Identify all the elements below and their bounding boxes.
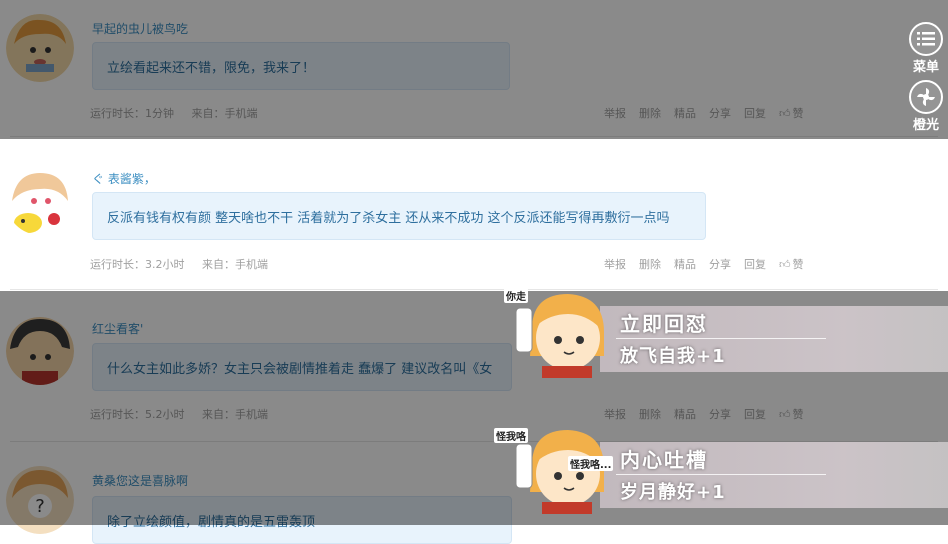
username[interactable]: ぐ 表酱紫， [92, 170, 156, 187]
choice-title: 内心吐槽 [620, 448, 708, 472]
comment-actions: 举报 删除 精品 分享 回复 👍︎ 赞 [604, 256, 817, 272]
speech-tag: 怪我咯 [494, 428, 528, 443]
runtime-text: 运行时长：3.2小时 [90, 258, 185, 271]
comment-item: ぐ 表酱紫， 反派有钱有权有颜 整天啥也不干 活着就为了杀女主 还从来不成功 这… [0, 139, 948, 290]
share-button[interactable]: 分享 [709, 256, 731, 272]
menu-icon [909, 22, 943, 56]
delete-button[interactable]: 删除 [639, 256, 661, 272]
speech-tag: 怪我咯... [568, 456, 614, 471]
like-button[interactable]: 👍︎ 赞 [779, 256, 804, 272]
reply-button[interactable]: 回复 [744, 256, 766, 272]
source-text: 来自：手机端 [202, 258, 268, 271]
menu-button[interactable]: 菜单 [906, 22, 946, 75]
report-button[interactable]: 举报 [604, 256, 626, 272]
speech-tag: 你走 [504, 288, 528, 303]
comment-meta: 运行时长：3.2小时 来自：手机端 [90, 256, 282, 272]
featured-button[interactable]: 精品 [674, 256, 696, 272]
choice-subtitle: 岁月静好+1 [620, 482, 726, 503]
separator [616, 338, 826, 339]
choice-title: 立即回怼 [620, 312, 708, 336]
choice-option-retort[interactable]: 你走 立即回怼 放飞自我+1 [504, 286, 948, 378]
thumbs-up-icon: 👍︎ [779, 258, 791, 271]
orange-light-label: 橙光 [912, 118, 939, 133]
comment-bubble: 反派有钱有权有颜 整天啥也不干 活着就为了杀女主 还从来不成功 这个反派还能写得… [92, 192, 706, 240]
choice-option-inner-rant[interactable]: 怪我咯 怪我咯... 内心吐槽 岁月静好+1 [494, 422, 948, 514]
menu-label: 菜单 [912, 60, 939, 75]
choice-subtitle: 放飞自我+1 [620, 346, 726, 367]
avatar[interactable] [6, 167, 74, 235]
orange-light-icon [909, 80, 943, 114]
orange-light-button[interactable]: 橙光 [906, 80, 946, 133]
dim-overlay [0, 0, 948, 139]
separator [616, 474, 826, 475]
